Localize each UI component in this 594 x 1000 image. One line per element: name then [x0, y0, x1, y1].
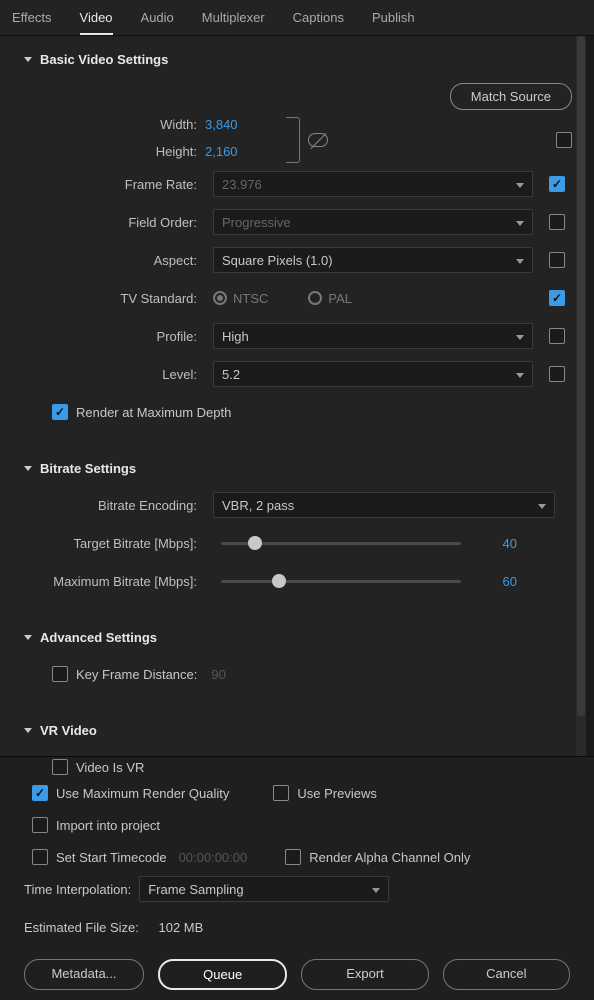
- match-source-button[interactable]: Match Source: [450, 83, 572, 110]
- bitrate-encoding-label: Bitrate Encoding:: [20, 498, 205, 513]
- tvstd-label: TV Standard:: [20, 291, 205, 306]
- keyframe-distance-checkbox[interactable]: [52, 666, 68, 682]
- tab-audio[interactable]: Audio: [141, 10, 174, 35]
- keyframe-distance-label: Key Frame Distance:: [76, 667, 197, 682]
- target-bitrate-value[interactable]: 40: [477, 536, 517, 551]
- video-is-vr-checkbox[interactable]: [52, 759, 68, 775]
- dimension-link-bracket: [286, 117, 300, 163]
- set-start-timecode-label: Set Start Timecode: [56, 850, 167, 865]
- set-start-timecode-checkbox[interactable]: [32, 849, 48, 865]
- chevron-down-icon: [516, 259, 524, 264]
- aspect-select[interactable]: Square Pixels (1.0): [213, 247, 533, 273]
- max-bitrate-value[interactable]: 60: [477, 574, 517, 589]
- level-match-checkbox[interactable]: [549, 366, 565, 382]
- render-alpha-only-checkbox[interactable]: [285, 849, 301, 865]
- estimated-size-value: 102 MB: [159, 920, 204, 935]
- aspect-label: Aspect:: [20, 253, 205, 268]
- framerate-select[interactable]: 23.976: [213, 171, 533, 197]
- time-interpolation-select[interactable]: Frame Sampling: [139, 876, 389, 902]
- chevron-down-icon[interactable]: [24, 57, 32, 62]
- unlink-icon[interactable]: [308, 133, 328, 147]
- level-label: Level:: [20, 367, 205, 382]
- target-bitrate-slider[interactable]: [221, 542, 461, 545]
- tab-effects[interactable]: Effects: [12, 10, 52, 35]
- level-select[interactable]: 5.2: [213, 361, 533, 387]
- render-alpha-only-label: Render Alpha Channel Only: [309, 850, 470, 865]
- height-label: Height:: [20, 144, 205, 159]
- chevron-down-icon[interactable]: [24, 728, 32, 733]
- tab-video[interactable]: Video: [80, 10, 113, 35]
- chevron-down-icon[interactable]: [24, 635, 32, 640]
- chevron-down-icon: [372, 888, 380, 893]
- chevron-down-icon: [516, 183, 524, 188]
- fieldorder-label: Field Order:: [20, 215, 205, 230]
- section-title-advanced: Advanced Settings: [40, 630, 157, 645]
- video-is-vr-label: Video Is VR: [76, 760, 144, 775]
- chevron-down-icon[interactable]: [24, 466, 32, 471]
- basic-video-section: Basic Video Settings Match Source Width:…: [12, 36, 580, 445]
- section-title-basic: Basic Video Settings: [40, 52, 168, 67]
- chevron-down-icon: [516, 221, 524, 226]
- tab-publish[interactable]: Publish: [372, 10, 415, 35]
- render-max-depth-checkbox[interactable]: [52, 404, 68, 420]
- tvstd-match-checkbox[interactable]: [549, 290, 565, 306]
- slider-thumb[interactable]: [272, 574, 286, 588]
- video-settings-panel: Basic Video Settings Match Source Width:…: [0, 36, 594, 756]
- max-bitrate-label: Maximum Bitrate [Mbps]:: [20, 574, 205, 589]
- estimated-size-label: Estimated File Size:: [24, 920, 139, 935]
- import-project-label: Import into project: [56, 818, 160, 833]
- scrollbar-thumb[interactable]: [577, 36, 585, 716]
- framerate-match-checkbox[interactable]: [549, 176, 565, 192]
- profile-select[interactable]: High: [213, 323, 533, 349]
- tab-captions[interactable]: Captions: [293, 10, 344, 35]
- time-interpolation-label: Time Interpolation:: [24, 882, 131, 897]
- pal-radio[interactable]: [308, 291, 322, 305]
- keyframe-distance-value: 90: [211, 667, 225, 682]
- start-timecode-value: 00:00:00:00: [179, 850, 248, 865]
- width-value[interactable]: 3,840: [205, 117, 238, 132]
- framerate-label: Frame Rate:: [20, 177, 205, 192]
- fieldorder-select[interactable]: Progressive: [213, 209, 533, 235]
- target-bitrate-label: Target Bitrate [Mbps]:: [20, 536, 205, 551]
- max-bitrate-slider[interactable]: [221, 580, 461, 583]
- render-max-depth-label: Render at Maximum Depth: [76, 405, 231, 420]
- section-title-bitrate: Bitrate Settings: [40, 461, 136, 476]
- tab-multiplexer[interactable]: Multiplexer: [202, 10, 265, 35]
- pal-label: PAL: [328, 291, 352, 306]
- import-project-checkbox[interactable]: [32, 817, 48, 833]
- ntsc-radio[interactable]: [213, 291, 227, 305]
- bitrate-section: Bitrate Settings Bitrate Encoding: VBR, …: [12, 445, 580, 614]
- chevron-down-icon: [516, 373, 524, 378]
- vr-section: VR Video Video Is VR: [12, 707, 580, 800]
- dimensions-match-checkbox[interactable]: [556, 132, 572, 148]
- height-value[interactable]: 2,160: [205, 144, 238, 159]
- slider-thumb[interactable]: [248, 536, 262, 550]
- fieldorder-match-checkbox[interactable]: [549, 214, 565, 230]
- section-title-vr: VR Video: [40, 723, 97, 738]
- chevron-down-icon: [516, 335, 524, 340]
- chevron-down-icon: [538, 504, 546, 509]
- advanced-section: Advanced Settings Key Frame Distance: 90: [12, 614, 580, 707]
- aspect-match-checkbox[interactable]: [549, 252, 565, 268]
- export-tabs: Effects Video Audio Multiplexer Captions…: [0, 0, 594, 36]
- scrollbar[interactable]: [576, 36, 586, 756]
- width-label: Width:: [20, 117, 205, 132]
- profile-label: Profile:: [20, 329, 205, 344]
- profile-match-checkbox[interactable]: [549, 328, 565, 344]
- ntsc-label: NTSC: [233, 291, 268, 306]
- bitrate-encoding-select[interactable]: VBR, 2 pass: [213, 492, 555, 518]
